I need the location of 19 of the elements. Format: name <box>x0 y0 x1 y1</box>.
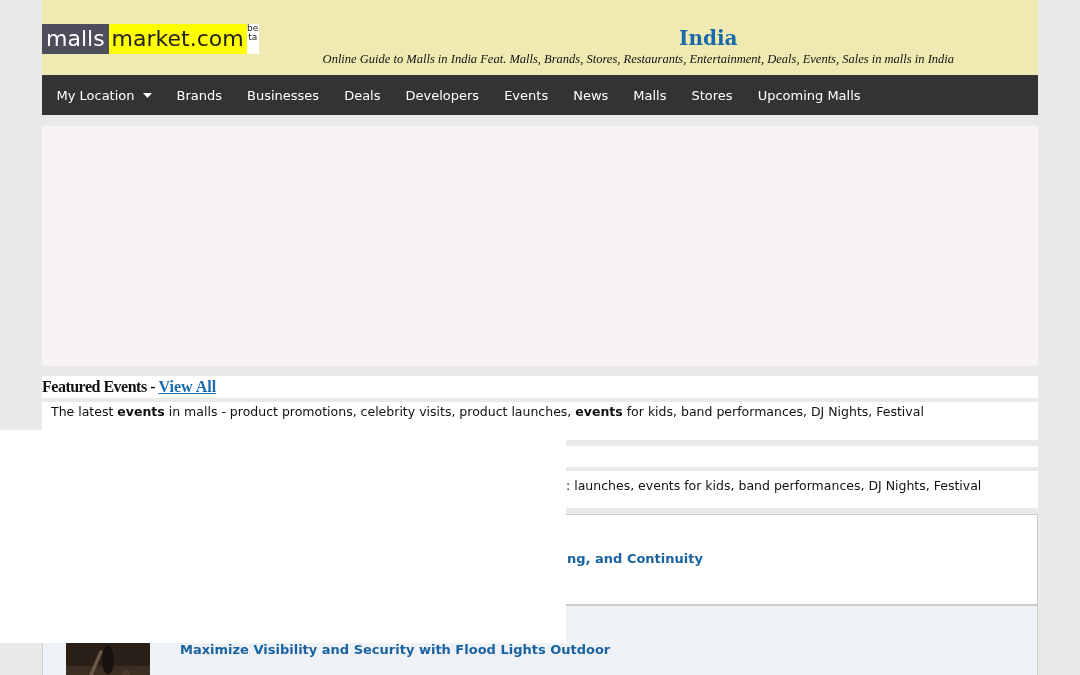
article-title-link[interactable]: Maximize Visibility and Security with Flood Lights Outdoor <box>180 642 611 657</box>
article-title-link[interactable]: ng, and Continuity <box>567 550 703 566</box>
nav-link[interactable]: News <box>560 87 621 103</box>
nav-link[interactable]: My Location <box>44 87 165 103</box>
nav-link[interactable]: Businesses <box>234 87 332 103</box>
page-title: India <box>679 26 738 50</box>
nav-link[interactable]: Developers <box>393 87 492 103</box>
nav-link[interactable]: Stores <box>679 87 746 103</box>
events-description: : launches, events for kids, band performances, DJ Nights, Festival <box>566 478 982 493</box>
caret-icon <box>142 92 152 98</box>
nav-link[interactable]: Deals <box>331 87 393 103</box>
nav-link[interactable]: Upcoming Malls <box>745 87 874 103</box>
nav-link[interactable]: Events <box>491 87 561 103</box>
section-heading: Featured Events - <box>42 378 156 396</box>
nav-link[interactable]: Malls <box>620 87 679 103</box>
nav-link[interactable]: Brands <box>164 87 235 103</box>
events-description: The latest events in malls - product promotions, celebrity visits, product launches, events for kids, band performances, DJ Nights, Festival <box>51 404 924 419</box>
site-tagline: Online Guide to Malls in India Feat. Malls, Brands, Stores, Restaurants, Entertainment, Deals, Events, Sales in malls in India <box>322 52 955 67</box>
view-all-link[interactable]: View All <box>158 378 217 396</box>
